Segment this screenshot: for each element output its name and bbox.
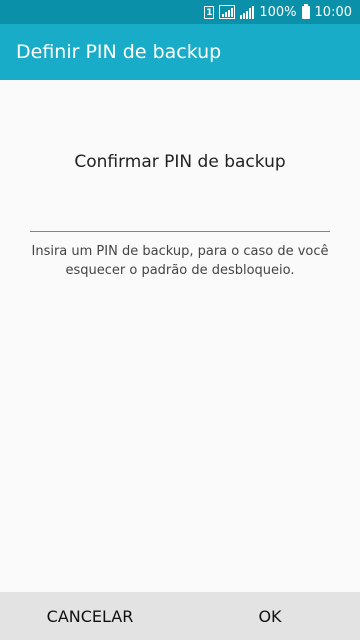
- page-title: Definir PIN de backup: [16, 41, 222, 63]
- pin-hint: Insira um PIN de backup, para o caso de …: [20, 242, 340, 280]
- pin-input[interactable]: [30, 206, 330, 232]
- signal-lte-icon: [219, 5, 236, 19]
- sim-icon: 1: [204, 5, 215, 19]
- signal-bars-icon: [240, 5, 255, 19]
- confirm-pin-heading: Confirmar PIN de backup: [74, 152, 286, 172]
- app-bar: Definir PIN de backup: [0, 24, 360, 80]
- sim-number: 1: [204, 5, 215, 19]
- button-bar: CANCELAR OK: [0, 592, 360, 640]
- battery-percent: 100%: [259, 4, 297, 20]
- pin-hint-line-1: Insira um PIN de backup, para o caso de …: [31, 244, 329, 259]
- content-area: Confirmar PIN de backup Insira um PIN de…: [0, 80, 360, 592]
- pin-hint-line-2: esquecer o padrão de desbloqueio.: [65, 263, 295, 278]
- ok-button[interactable]: OK: [180, 592, 360, 640]
- clock: 10:00: [314, 4, 352, 20]
- status-bar: 1 100% 10:00: [0, 0, 360, 24]
- battery-icon: [301, 3, 310, 19]
- cancel-button[interactable]: CANCELAR: [0, 592, 180, 640]
- screen: 1 100% 10:00 Definir PIN de backup Confi…: [0, 0, 360, 640]
